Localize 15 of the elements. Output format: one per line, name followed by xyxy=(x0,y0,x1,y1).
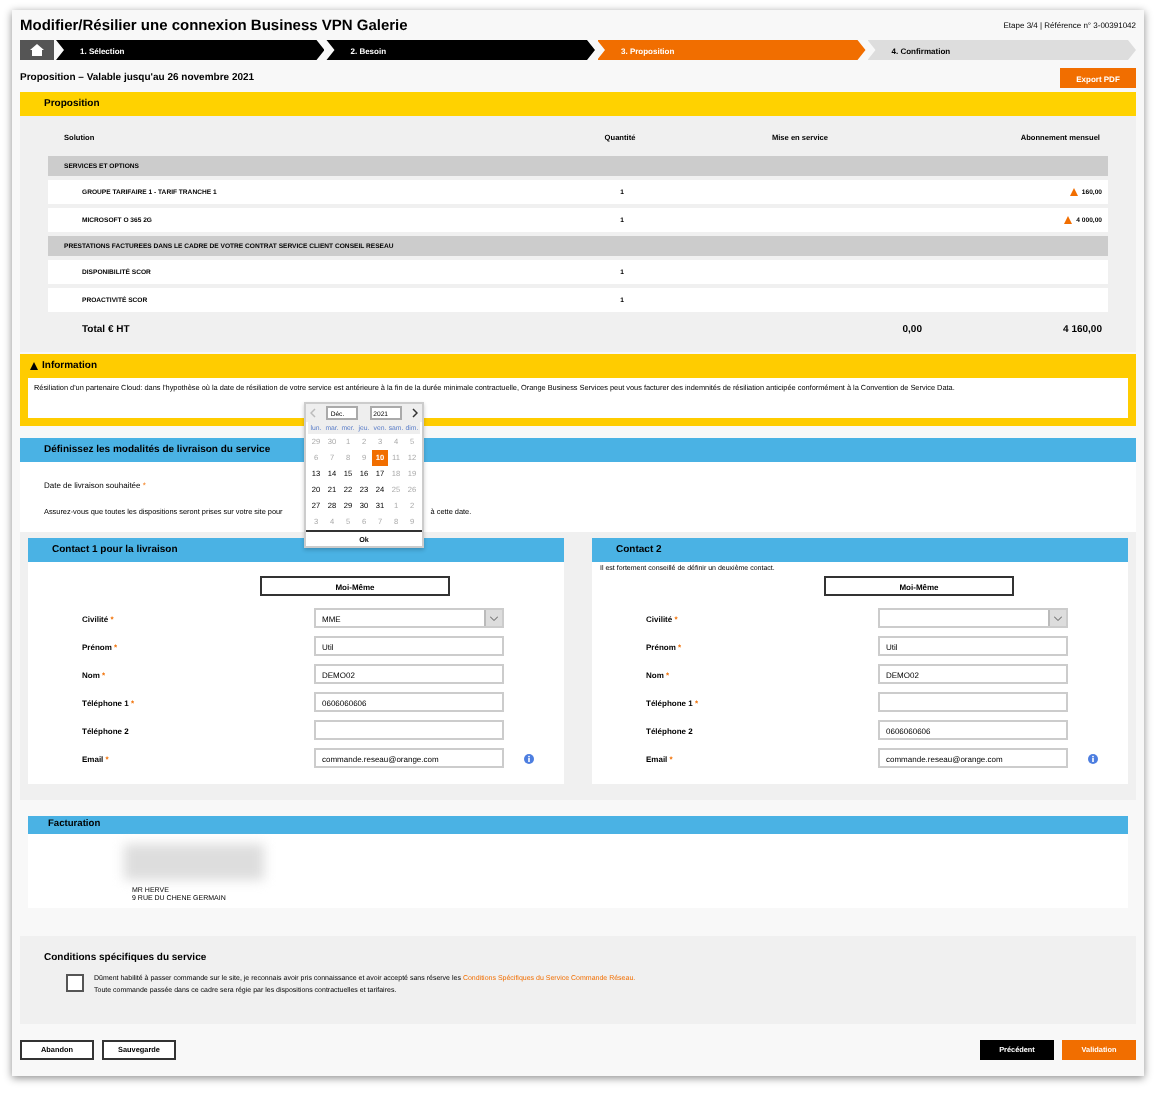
home-icon xyxy=(30,44,44,56)
warning-icon xyxy=(1069,187,1078,195)
info-icon[interactable] xyxy=(524,753,534,763)
input-field[interactable] xyxy=(314,720,504,740)
warning-icon xyxy=(1064,215,1073,223)
warning-icon xyxy=(30,362,38,370)
input-field[interactable] xyxy=(878,692,1068,712)
blurred-area xyxy=(124,844,264,880)
caret-icon xyxy=(490,615,498,621)
caret-icon xyxy=(1054,615,1062,621)
next-icon[interactable] xyxy=(411,408,418,418)
checkbox[interactable] xyxy=(66,974,84,992)
info-icon[interactable] xyxy=(1088,753,1098,763)
select-field[interactable] xyxy=(878,608,1068,628)
home-button[interactable] xyxy=(20,40,54,60)
